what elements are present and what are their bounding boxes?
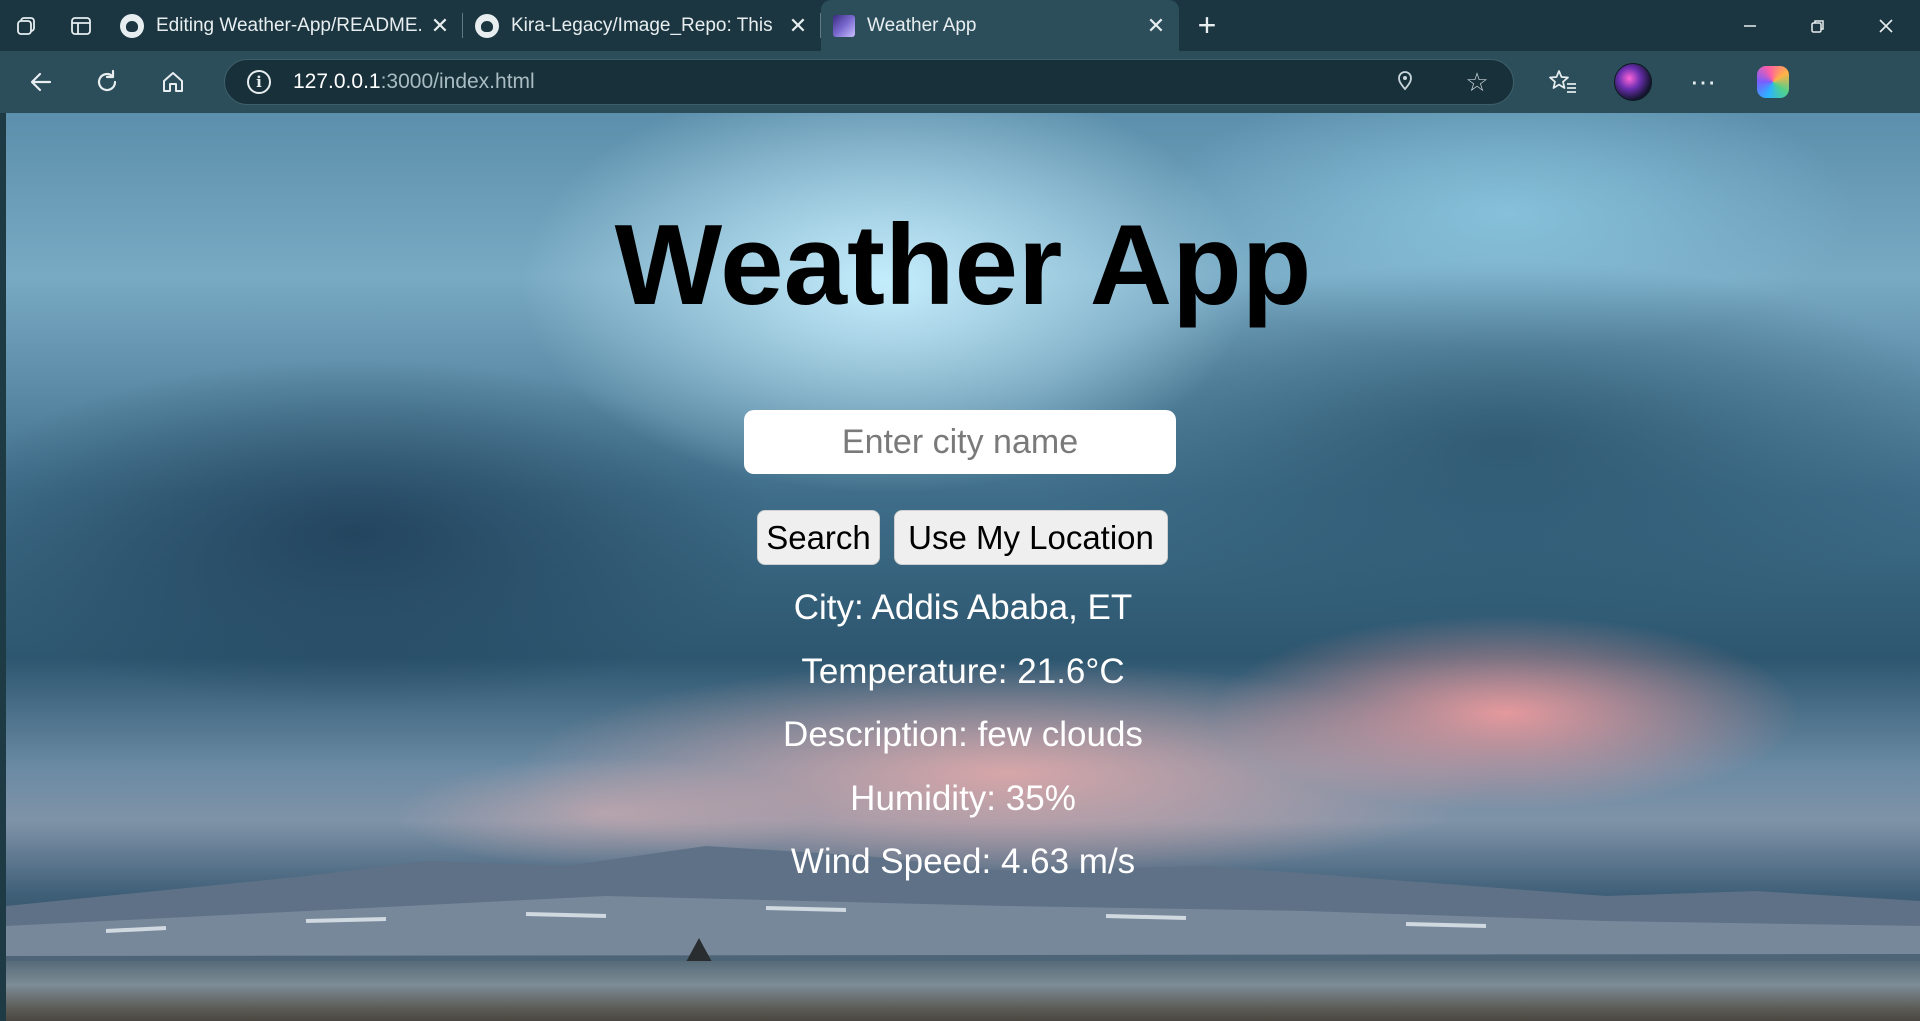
back-icon[interactable] (8, 51, 74, 113)
navigation-toolbar: i 127.0.0.1:3000/index.html ☆ ⋯ (0, 51, 1920, 113)
tab-title: Kira-Legacy/Image_Repo: This is my image… (511, 14, 779, 36)
tab-title: Weather App (867, 14, 977, 36)
page-viewport: Weather App Search Use My Location City:… (6, 113, 1920, 1021)
restore-icon[interactable] (1784, 0, 1852, 51)
favorite-star-icon[interactable]: ☆ (1441, 67, 1513, 98)
close-tab-icon[interactable]: ✕ (1143, 13, 1169, 39)
home-icon[interactable] (140, 51, 206, 113)
window-controls (1716, 0, 1920, 51)
page-title: Weather App (614, 202, 1312, 329)
reload-icon[interactable] (74, 51, 140, 113)
close-tab-icon[interactable]: ✕ (785, 13, 811, 39)
copilot-icon[interactable] (1738, 51, 1808, 113)
temperature-text: Temperature: 21.6°C (801, 652, 1125, 691)
tab-weather-app[interactable]: Weather App ✕ (821, 0, 1179, 51)
tab-readme[interactable]: Editing Weather-App/README.md ✕ (108, 0, 463, 51)
github-icon (120, 13, 144, 38)
city-text: City: Addis Ababa, ET (793, 588, 1133, 627)
site-info-icon[interactable]: i (247, 70, 271, 94)
github-icon (475, 13, 499, 38)
weather-app-container: Weather App Search Use My Location City:… (6, 113, 1920, 1021)
profile-avatar[interactable] (1598, 51, 1668, 113)
favorites-icon[interactable] (1528, 51, 1598, 113)
humidity-text: Humidity: 35% (850, 779, 1076, 818)
minimize-icon[interactable] (1716, 0, 1784, 51)
tab-actions-icon[interactable] (54, 0, 108, 51)
weather-app-icon (833, 14, 855, 37)
tab-title: Editing Weather-App/README.md (156, 14, 421, 36)
search-button[interactable]: Search (757, 510, 880, 565)
tab-image-repo[interactable]: Kira-Legacy/Image_Repo: This is my image… (463, 0, 821, 51)
avatar (1614, 63, 1652, 101)
use-my-location-button[interactable]: Use My Location (894, 510, 1168, 565)
close-window-icon[interactable] (1852, 0, 1920, 51)
city-search-input[interactable] (744, 410, 1176, 474)
close-tab-icon[interactable]: ✕ (427, 13, 453, 39)
url-host: 127.0.0.1 (293, 70, 381, 93)
location-pin-icon[interactable] (1369, 67, 1441, 98)
description-text: Description: few clouds (783, 715, 1143, 754)
new-tab-icon[interactable]: + (1179, 7, 1235, 44)
workspaces-icon[interactable] (0, 0, 54, 51)
more-options-icon[interactable]: ⋯ (1668, 51, 1738, 113)
wind-speed-text: Wind Speed: 4.63 m/s (790, 842, 1136, 881)
url-path: :3000/index.html (380, 70, 535, 93)
address-bar[interactable]: i 127.0.0.1:3000/index.html ☆ (224, 59, 1514, 105)
tab-bar: Editing Weather-App/README.md ✕ Kira-Leg… (0, 0, 1920, 51)
